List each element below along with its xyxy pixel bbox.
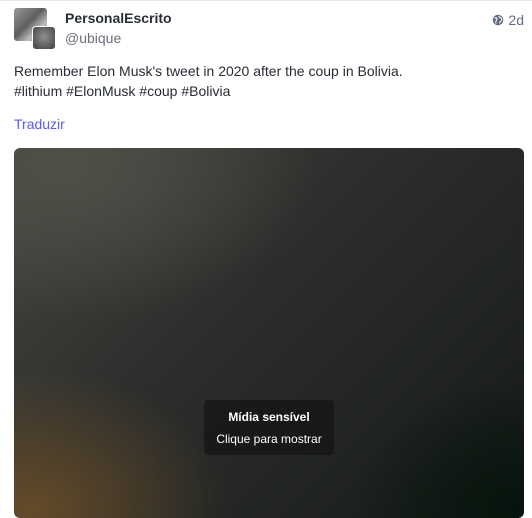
sensitive-media-title: Mídia sensível: [228, 409, 310, 424]
status-divider: [0, 0, 532, 1]
status-text-line: Remember Elon Musk's tweet in 2020 after…: [14, 63, 403, 79]
status-timestamp[interactable]: 2d: [508, 12, 524, 28]
hashtag-link[interactable]: #Bolivia: [181, 83, 230, 99]
hashtag-link[interactable]: #ElonMusk: [66, 83, 135, 99]
hashtag-link[interactable]: #coup: [139, 83, 177, 99]
globe-icon: [493, 14, 504, 26]
hashtag-link[interactable]: #lithium: [14, 83, 62, 99]
sensitive-media-action: Clique para mostrar: [216, 431, 322, 446]
status-content: Remember Elon Musk's tweet in 2020 after…: [14, 61, 519, 101]
media-attachment[interactable]: Mídia sensível Clique para mostrar: [14, 148, 524, 518]
status-meta: 2d: [492, 12, 524, 28]
status-hashtags: #lithium #ElonMusk #coup #Bolivia: [14, 81, 519, 101]
sensitive-media-button[interactable]: Mídia sensível Clique para mostrar: [204, 400, 334, 455]
account-handle[interactable]: @ubique: [65, 30, 121, 46]
display-name[interactable]: PersonalEscrito: [65, 10, 172, 26]
translate-button[interactable]: Traduzir: [14, 116, 65, 132]
secondary-avatar[interactable]: [33, 27, 55, 49]
